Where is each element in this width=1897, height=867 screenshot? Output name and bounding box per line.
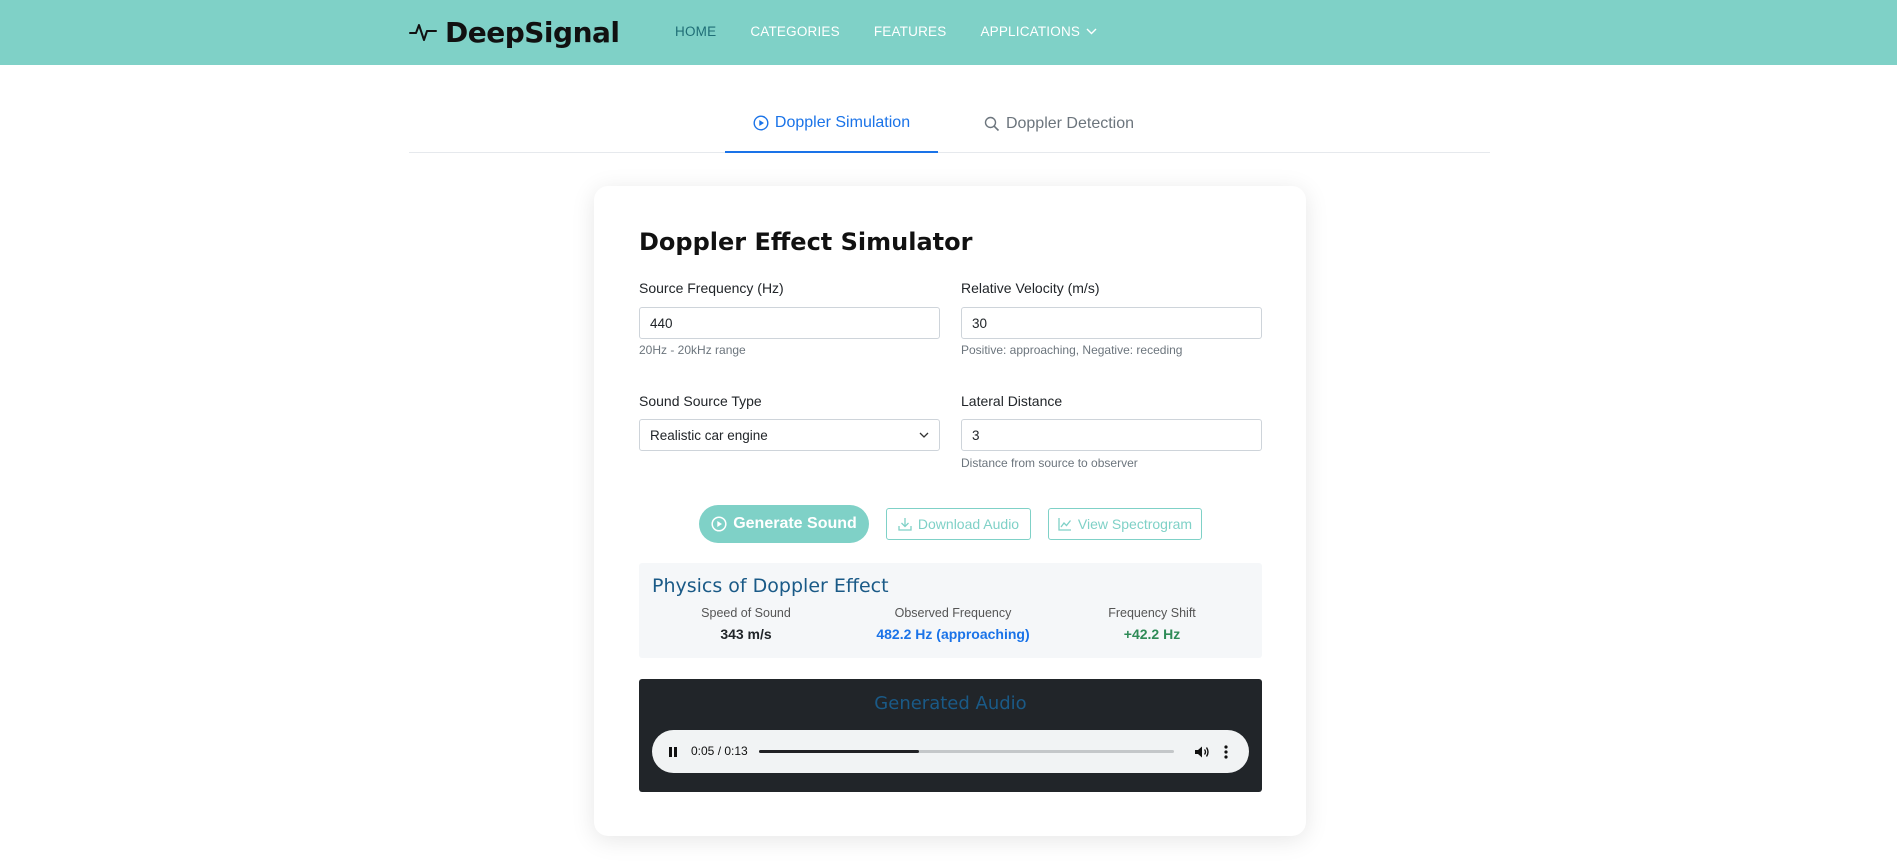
- frequency-shift-value: +42.2 Hz: [1123, 626, 1181, 642]
- main-nav: HOME CATEGORIES FEATURES APPLICATIONS: [675, 0, 1131, 62]
- chevron-down-icon: [919, 432, 929, 438]
- nav-applications[interactable]: APPLICATIONS: [980, 24, 1097, 39]
- tab-doppler-simulation[interactable]: Doppler Simulation: [725, 95, 938, 153]
- pause-button[interactable]: [664, 743, 682, 761]
- chevron-down-icon: [1086, 28, 1097, 34]
- play-circle-icon: [711, 516, 727, 532]
- observed-frequency-label: Observed Frequency: [894, 606, 1012, 620]
- download-audio-button[interactable]: Download Audio: [886, 508, 1031, 540]
- nav-categories[interactable]: CATEGORIES: [750, 24, 840, 39]
- more-options-button[interactable]: [1220, 742, 1232, 762]
- pause-icon: [669, 747, 677, 757]
- tab-doppler-detection[interactable]: Doppler Detection: [969, 95, 1149, 153]
- search-icon: [984, 116, 1000, 132]
- sound-source-type-select[interactable]: Realistic car engine: [639, 419, 940, 451]
- generated-audio-panel: Generated Audio 0:05 / 0:13: [639, 679, 1262, 792]
- simulator-card: Doppler Effect Simulator Source Frequenc…: [594, 186, 1306, 836]
- speed-of-sound-metric: Speed of Sound 343 m/s: [671, 606, 821, 642]
- nav-home[interactable]: HOME: [675, 24, 716, 39]
- relative-velocity-label: Relative Velocity (m/s): [961, 280, 1100, 296]
- source-frequency-input[interactable]: [639, 307, 940, 339]
- audio-seek-bar[interactable]: [759, 750, 1174, 753]
- physics-title: Physics of Doppler Effect: [652, 575, 889, 597]
- brand-logo[interactable]: DeepSignal: [409, 14, 620, 50]
- tab-doppler-simulation-label: Doppler Simulation: [774, 114, 911, 131]
- generate-sound-button[interactable]: Generate Sound: [699, 505, 869, 543]
- relative-velocity-hint: Positive: approaching, Negative: recedin…: [961, 343, 1183, 357]
- view-spectrogram-label: View Spectrogram: [1077, 516, 1193, 532]
- observed-frequency-metric: Observed Frequency 482.2 Hz (approaching…: [853, 606, 1053, 642]
- volume-button[interactable]: [1192, 742, 1212, 762]
- relative-velocity-input[interactable]: [961, 307, 1262, 339]
- lateral-distance-label: Lateral Distance: [961, 393, 1063, 409]
- nav-applications-label: APPLICATIONS: [980, 23, 1081, 39]
- lateral-distance-hint: Distance from source to observer: [961, 456, 1138, 470]
- download-icon: [898, 518, 912, 531]
- sound-source-type-value: Realistic car engine: [650, 427, 768, 443]
- source-frequency-label: Source Frequency (Hz): [639, 280, 784, 296]
- play-circle-icon: [753, 115, 769, 131]
- lateral-distance-input[interactable]: [961, 419, 1262, 451]
- frequency-shift-metric: Frequency Shift +42.2 Hz: [1077, 606, 1227, 642]
- source-frequency-hint: 20Hz - 20kHz range: [639, 343, 746, 357]
- brand-name: DeepSignal: [445, 15, 620, 49]
- tab-doppler-detection-label: Doppler Detection: [1005, 115, 1135, 132]
- simulator-title: Doppler Effect Simulator: [639, 228, 973, 256]
- volume-icon: [1195, 746, 1209, 758]
- navbar: DeepSignal HOME CATEGORIES FEATURES APPL…: [0, 0, 1897, 65]
- more-vertical-icon: [1224, 745, 1228, 759]
- line-chart-icon: [1058, 518, 1071, 531]
- audio-player: 0:05 / 0:13: [652, 730, 1249, 773]
- download-audio-label: Download Audio: [917, 516, 1020, 532]
- tab-bar: Doppler Simulation Doppler Detection: [409, 95, 1490, 153]
- pulse-icon: [409, 24, 437, 41]
- nav-features[interactable]: FEATURES: [874, 24, 947, 39]
- generated-audio-title: Generated Audio: [874, 693, 1027, 714]
- observed-frequency-value: 482.2 Hz (approaching): [876, 626, 1030, 642]
- speed-of-sound-value: 343 m/s: [720, 626, 772, 642]
- frequency-shift-label: Frequency Shift: [1108, 606, 1196, 620]
- speed-of-sound-label: Speed of Sound: [701, 606, 791, 620]
- sound-source-type-label: Sound Source Type: [639, 393, 762, 409]
- generate-sound-label: Generate Sound: [733, 515, 857, 532]
- audio-time: 0:05 / 0:13: [691, 744, 748, 758]
- audio-seek-progress: [759, 750, 919, 753]
- physics-panel: Physics of Doppler Effect Speed of Sound…: [639, 563, 1262, 658]
- view-spectrogram-button[interactable]: View Spectrogram: [1048, 508, 1202, 540]
